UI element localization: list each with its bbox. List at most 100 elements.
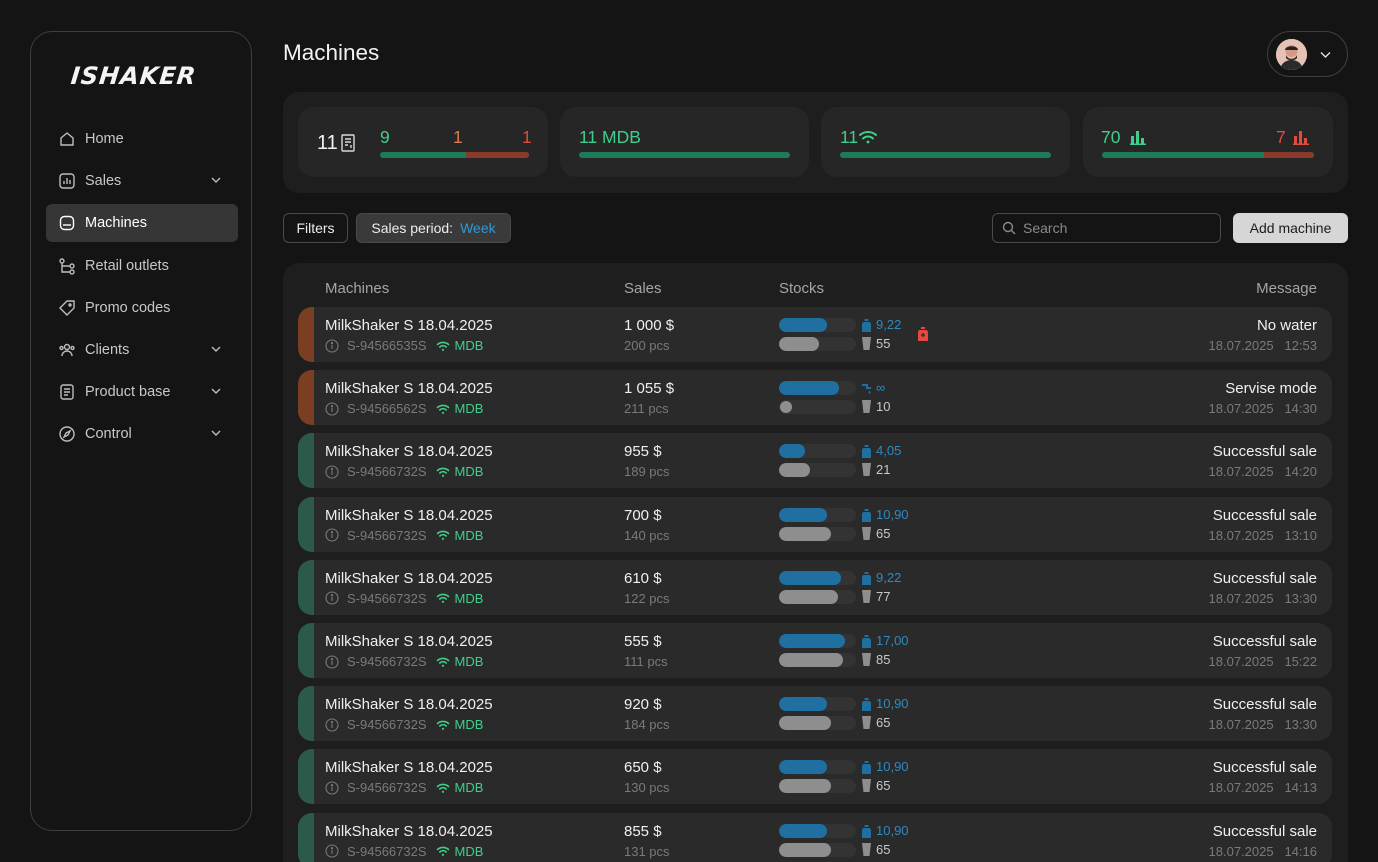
machine-name[interactable]: MilkShaker S 18.04.2025	[325, 507, 493, 524]
message-time: 13:30	[1284, 717, 1317, 733]
sidebar-item-control[interactable]: Control	[46, 415, 238, 453]
sidebar-item-label: Product base	[85, 384, 171, 401]
message-date: 18.07.2025	[1208, 401, 1274, 417]
machines-warn: 1	[453, 127, 463, 147]
sidebar-item-clients[interactable]: Clients	[46, 331, 238, 369]
message-time: 13:30	[1284, 590, 1317, 606]
info-icon[interactable]	[325, 528, 339, 542]
info-icon[interactable]	[325, 718, 339, 732]
column-header-sales[interactable]: Sales	[624, 280, 662, 297]
stat-online[interactable]: 11	[821, 107, 1070, 177]
machine-name[interactable]: MilkShaker S 18.04.2025	[325, 633, 493, 650]
info-icon[interactable]	[325, 465, 339, 479]
table-row[interactable]: MilkShaker S 18.04.2025 S-94566732S MDB 610…	[298, 559, 1332, 615]
cup-icon	[862, 842, 871, 856]
sales-amount: 855 $	[624, 822, 662, 840]
water-bottle-icon	[862, 445, 871, 459]
filters-button[interactable]: Filters	[283, 213, 348, 243]
status-message: No water	[1256, 317, 1317, 334]
column-header-stocks[interactable]: Stocks	[779, 280, 824, 297]
table-row[interactable]: MilkShaker S 18.04.2025 S-94566562S MDB 1 0…	[298, 370, 1332, 426]
cup-icon	[862, 716, 871, 730]
sidebar-item-home[interactable]: Home	[46, 120, 238, 158]
machine-name[interactable]: MilkShaker S 18.04.2025	[325, 696, 493, 713]
status-stripe	[298, 623, 314, 678]
info-icon[interactable]	[325, 338, 339, 353]
machine-name[interactable]: MilkShaker S 18.04.2025	[325, 317, 493, 334]
message-timestamp: 18.07.2025 14:30	[1209, 401, 1317, 416]
table-row[interactable]: MilkShaker S 18.04.2025 S-94566732S MDB 650…	[298, 749, 1332, 805]
sales-amount: 555 $	[624, 633, 662, 650]
stat-machines[interactable]: 11 9 1 1	[298, 107, 548, 177]
water-level-fill	[779, 318, 827, 332]
sales-period-select[interactable]: Sales period: Week	[356, 213, 511, 243]
water-bottle-icon	[862, 635, 871, 648]
stat-products[interactable]: 70 7	[1083, 107, 1333, 177]
cup-value: 10	[876, 399, 891, 415]
status-stripe	[298, 370, 314, 426]
stats-panel: 11 9 1 1 11 MDB 11 70 7	[283, 92, 1348, 193]
message-timestamp: 18.07.2025 14:20	[1209, 464, 1317, 479]
sidebar-item-product-base[interactable]: Product base	[46, 373, 238, 411]
table-row[interactable]: MilkShaker S 18.04.2025 S-94566732S MDB 855…	[298, 812, 1332, 862]
avatar[interactable]	[1276, 39, 1307, 70]
water-bottle-icon	[862, 319, 871, 332]
wifi-icon	[859, 131, 877, 144]
table-row[interactable]: MilkShaker S 18.04.2025 S-94566732S MDB 700…	[298, 496, 1332, 552]
chevron-down-icon[interactable]	[210, 385, 222, 397]
info-icon[interactable]	[325, 654, 339, 669]
table-row[interactable]: MilkShaker S 18.04.2025 S-94566732S MDB 555…	[298, 623, 1332, 678]
add-machine-button[interactable]: Add machine	[1233, 213, 1348, 243]
info-icon[interactable]	[325, 402, 339, 416]
column-header-machines[interactable]: Machines	[325, 280, 389, 297]
cup-value: 65	[876, 715, 891, 731]
machine-name[interactable]: MilkShaker S 18.04.2025	[325, 570, 493, 587]
sidebar-item-sales[interactable]: Sales	[46, 162, 238, 200]
search-input[interactable]: Search	[992, 213, 1221, 243]
sales-count: 122 pcs	[624, 590, 670, 606]
status-stripe	[298, 686, 314, 742]
machines-total: 11	[317, 132, 338, 154]
mdb-label: MDB	[454, 590, 484, 606]
sales-amount: 650 $	[624, 759, 662, 777]
sidebar-item-promo-codes[interactable]: Promo codes	[46, 289, 238, 327]
sidebar-item-machines[interactable]: Machines	[46, 204, 238, 243]
online-count: 11	[840, 127, 859, 147]
cup-level-bar	[779, 337, 856, 351]
info-icon[interactable]	[325, 844, 339, 858]
column-header-message[interactable]: Message	[1256, 280, 1317, 297]
table-row[interactable]: MilkShaker S 18.04.2025 S-94566732S MDB 955…	[298, 433, 1332, 489]
logo[interactable]: ISHAKER	[70, 62, 198, 90]
document-icon	[58, 383, 76, 401]
sales-count: 140 pcs	[624, 527, 670, 543]
sidebar-item-label: Control	[85, 426, 132, 443]
user-menu[interactable]	[1267, 31, 1348, 77]
bar-chart-icon	[1130, 131, 1146, 145]
machine-name[interactable]: MilkShaker S 18.04.2025	[325, 823, 493, 840]
cup-value: 65	[876, 525, 891, 541]
info-icon[interactable]	[325, 591, 339, 605]
cup-level-fill	[779, 589, 838, 604]
info-icon[interactable]	[325, 781, 339, 795]
cup-level-fill	[779, 463, 810, 478]
water-value: 10,90	[876, 696, 909, 712]
status-stripe	[298, 559, 314, 615]
search-icon	[1002, 221, 1016, 235]
table-row[interactable]: MilkShaker S 18.04.2025 S-94566732S MDB 920…	[298, 686, 1332, 742]
chevron-down-icon[interactable]	[1319, 48, 1332, 61]
water-level-fill	[779, 634, 845, 648]
sales-amount: 1 000 $	[624, 317, 675, 334]
water-value: 10,90	[876, 822, 909, 838]
table-row[interactable]: MilkShaker S 18.04.2025 S-94566535S MDB 1 0…	[298, 307, 1332, 362]
machine-name[interactable]: MilkShaker S 18.04.2025	[325, 443, 493, 460]
water-level-bar	[779, 318, 856, 332]
machine-name[interactable]: MilkShaker S 18.04.2025	[325, 759, 493, 776]
stat-mdb[interactable]: 11 MDB	[560, 107, 809, 177]
home-icon	[58, 130, 76, 148]
machine-name[interactable]: MilkShaker S 18.04.2025	[325, 380, 493, 397]
chevron-down-icon[interactable]	[210, 427, 222, 439]
chevron-down-icon[interactable]	[210, 174, 222, 186]
machine-serial: S-94566535S	[347, 338, 427, 353]
chevron-down-icon[interactable]	[210, 343, 222, 355]
sidebar-item-retail-outlets[interactable]: Retail outlets	[46, 247, 238, 285]
